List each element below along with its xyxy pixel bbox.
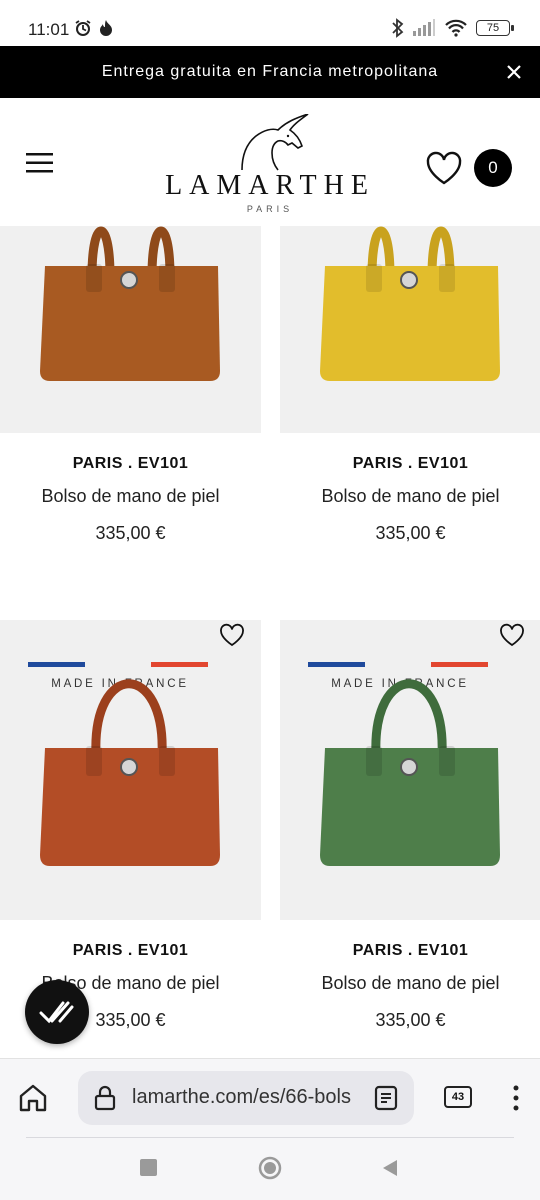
double-check-icon [39,1001,74,1024]
back-nav-button[interactable] [380,1158,400,1178]
recent-apps-button[interactable] [140,1159,157,1176]
browser-toolbar: lamarthe.com/es/66-bols 43 [0,1058,540,1200]
cart-button[interactable]: 0 [474,149,512,187]
product-reference: PARIS . EV101 [72,942,189,959]
handbag-image [320,226,500,381]
wishlist-heart-icon[interactable] [425,150,463,186]
handbag-image [40,679,220,866]
product-reference: PARIS . EV101 [72,455,189,472]
product-image[interactable]: MADE IN FRANCE [280,620,540,920]
promo-banner: Entrega gratuita en Francia metropolitan… [0,46,540,98]
battery-level: 75 [486,22,500,34]
handbag-image [320,679,500,866]
site-header: LAMARTHE PARIS 0 [0,98,540,226]
product-name[interactable]: Bolso de mano de piel [280,486,540,507]
status-time: 11:01 [28,20,70,39]
address-bar[interactable]: lamarthe.com/es/66-bols [78,1071,414,1125]
hamburger-menu-icon[interactable] [26,152,54,174]
home-icon[interactable] [16,1081,50,1115]
product-card[interactable]: PARIS . EV101 Bolso de mano de piel 335,… [280,226,540,544]
product-image[interactable]: MADE IN FRANCE [0,620,261,920]
tab-count: 43 [451,1091,465,1103]
product-image[interactable] [280,226,540,433]
floating-check-button[interactable] [25,980,89,1044]
lock-icon[interactable] [94,1085,116,1111]
reader-mode-icon[interactable] [374,1085,398,1111]
cart-count: 0 [488,158,498,177]
status-bar: 11:01 75 [0,0,540,46]
horse-head-logo-icon [241,114,309,171]
product-reference: PARIS . EV101 [352,455,469,472]
product-image[interactable] [0,226,261,433]
home-nav-button[interactable] [258,1156,282,1180]
wifi-icon [445,19,467,37]
logo-subtitle: PARIS [246,204,294,214]
product-price: 335,00 € [375,523,446,543]
bluetooth-icon [392,18,404,38]
product-price: 335,00 € [95,523,166,543]
product-reference: PARIS . EV101 [352,942,469,959]
product-card[interactable]: PARIS . EV101 Bolso de mano de piel 335,… [0,226,261,544]
handbag-image [40,226,220,381]
promo-text: Entrega gratuita en Francia metropolitan… [101,63,439,80]
brand-logo[interactable]: LAMARTHE PARIS [150,114,390,218]
product-name[interactable]: Bolso de mano de piel [0,486,261,507]
toolbar-divider [26,1137,514,1138]
url-text[interactable]: lamarthe.com/es/66-bols [132,1086,358,1109]
product-card[interactable]: MADE IN FRANCE PARIS . EV101 Bolso de ma… [280,620,540,1031]
logo-wordmark: LAMARTHE [165,170,375,201]
signal-icon [413,19,435,36]
flame-icon [100,20,112,36]
battery-icon: 75 [476,20,514,36]
product-name[interactable]: Bolso de mano de piel [280,973,540,994]
alarm-icon [75,20,91,36]
product-card[interactable]: MADE IN FRANCE PARIS . EV101 Bolso de ma… [0,620,261,1031]
close-icon[interactable] [502,60,526,84]
more-options-icon[interactable] [506,1083,526,1113]
product-price: 335,00 € [375,1010,446,1030]
tabs-button[interactable]: 43 [444,1086,472,1108]
